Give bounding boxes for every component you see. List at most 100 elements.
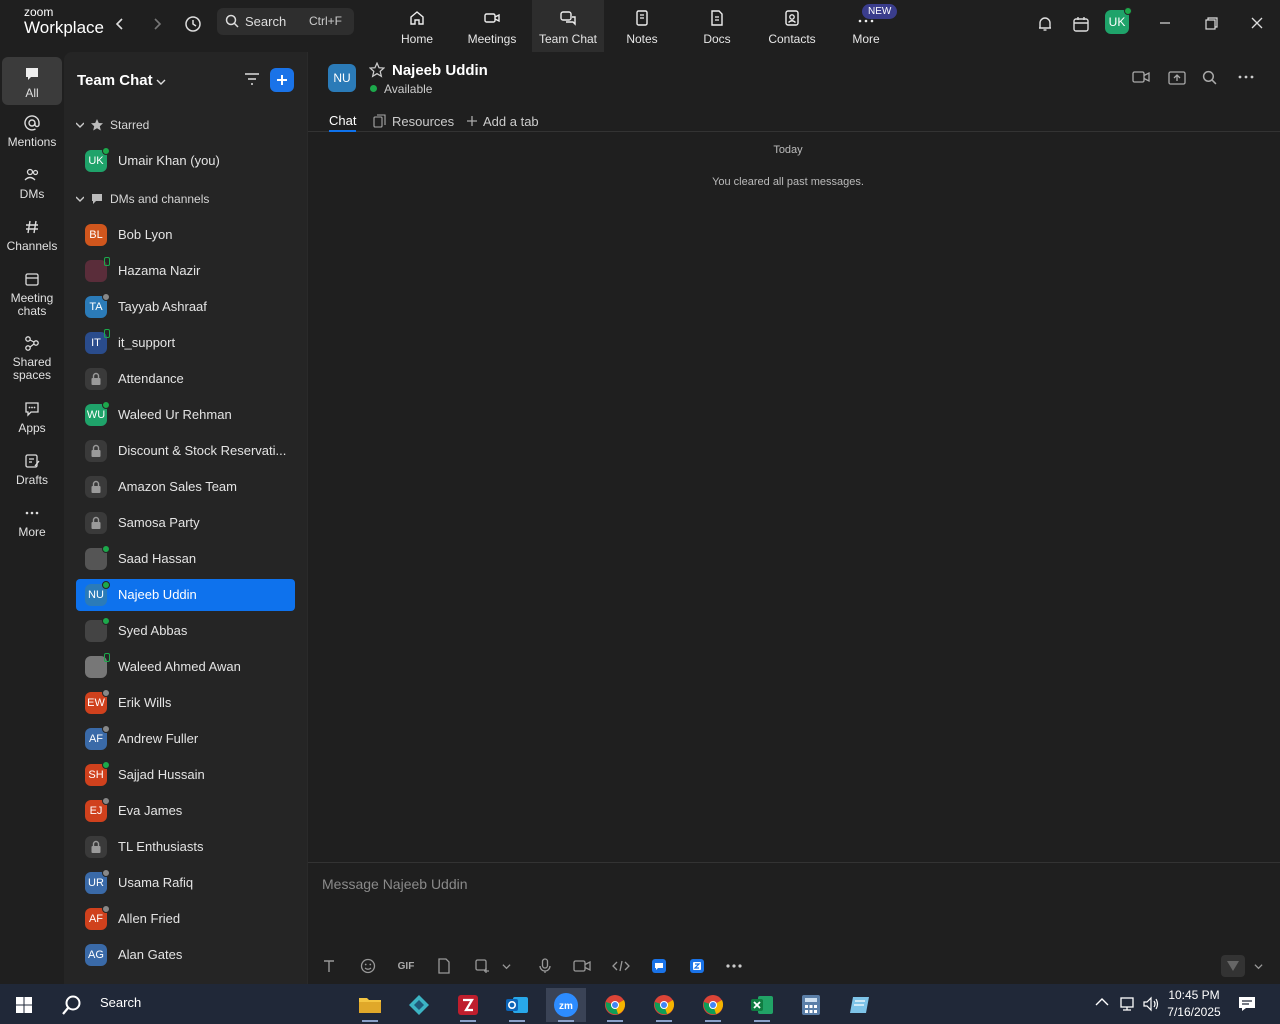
rail-drafts[interactable]: Drafts [2,452,62,496]
message-input[interactable] [322,873,1222,895]
rail-apps[interactable]: Apps [2,400,62,444]
back-arrow-icon[interactable] [108,12,132,36]
notifications-icon[interactable] [1238,996,1256,1015]
minimize-icon[interactable] [1151,12,1179,34]
microphone-icon[interactable] [534,955,556,977]
system-clock[interactable]: 10:45 PM 7/16/2025 [1164,987,1224,1021]
file-explorer-icon[interactable] [350,988,390,1022]
share-screen-icon[interactable] [1168,70,1186,91]
tab-resources[interactable]: Resources [373,110,454,132]
notepad-app-icon[interactable] [840,988,880,1022]
send-options-chevron-icon[interactable] [1247,955,1269,977]
starred-section-header[interactable]: Starred [76,118,149,132]
sidebar-item-amazon-sales-team[interactable]: Amazon Sales Team [76,471,295,503]
user-avatar[interactable]: UK [1105,7,1132,34]
video-message-icon[interactable] [571,955,593,977]
rail-meeting-chats[interactable]: Meeting chats [2,270,62,326]
rail-shared-spaces[interactable]: Shared spaces [2,334,62,390]
sidebar-item-it-support[interactable]: IT it_support [76,327,295,359]
sidebar-item-usama-rafiq[interactable]: UR Usama Rafiq [76,867,295,899]
sidebar-item-eva-james[interactable]: EJ Eva James [76,795,295,827]
sidebar-item-tl-enthusiasts[interactable]: TL Enthusiasts [76,831,295,863]
network-icon[interactable] [1118,996,1136,1015]
app-icon-blue[interactable] [648,955,670,977]
dms-section-header[interactable]: DMs and channels [76,192,209,206]
taskbar-search-icon[interactable] [52,988,92,1022]
rail-more[interactable]: More [2,504,62,548]
tab-chat[interactable]: Chat [329,110,357,132]
sidebar-item-andrew-fuller[interactable]: AF Andrew Fuller [76,723,295,755]
sidebar-item-najeeb-uddin[interactable]: NU Najeeb Uddin [76,579,295,611]
sidebar-item-bob-lyon[interactable]: BL Bob Lyon [76,219,295,251]
contact-avatar[interactable]: NU [328,64,356,92]
tab-add[interactable]: Add a tab [466,110,539,132]
sidebar-item-hazama-nazir[interactable]: Hazama Nazir [76,255,295,287]
sidebar-item-attendance[interactable]: Attendance [76,363,295,395]
sidebar-item-saad-hassan[interactable]: Saad Hassan [76,543,295,575]
sidebar-item-umair-khan-you[interactable]: UK Umair Khan (you) [76,145,295,177]
taskbar-search-label[interactable]: Search [100,995,141,1010]
restore-icon[interactable] [1197,12,1225,34]
more-tools-icon[interactable] [723,955,745,977]
sidebar-title[interactable]: Team Chat [77,72,153,89]
sidebar-item-erik-wills[interactable]: EW Erik Wills [76,687,295,719]
sidebar-item-waleed-ahmed-awan[interactable]: Waleed Ahmed Awan [76,651,295,683]
chevron-down-icon[interactable] [495,955,517,977]
chevron-down-icon[interactable] [156,74,166,92]
sidebar-item-sajjad-hussain[interactable]: SH Sajjad Hussain [76,759,295,791]
excel-icon[interactable] [742,988,782,1022]
user-avatar-initials: UK [1108,15,1126,29]
rail-dms[interactable]: DMs [2,166,62,210]
sidebar-item-tayyab-ashraaf[interactable]: TA Tayyab Ashraaf [76,291,295,323]
chrome-profile-icon[interactable] [644,988,684,1022]
rail-all[interactable]: All [2,57,62,105]
volume-icon[interactable] [1142,996,1160,1015]
nav-meetings[interactable]: Meetings [456,0,528,52]
star-outline-icon[interactable] [368,61,386,83]
more-options-icon[interactable] [1238,70,1254,89]
sidebar-item-label: Bob Lyon [118,227,173,242]
gif-button[interactable]: GIF [395,955,417,977]
close-icon[interactable] [1243,12,1271,34]
filter-icon[interactable] [244,72,260,91]
app-icon-zoom-docs[interactable] [686,955,708,977]
rail-dms-label: DMs [19,187,45,201]
format-text-icon[interactable] [318,955,340,977]
search-box[interactable]: Search Ctrl+F [217,8,354,35]
sidebar-item-syed-abbas[interactable]: Syed Abbas [76,615,295,647]
nav-notes[interactable]: Notes [606,0,678,52]
emoji-icon[interactable] [357,955,379,977]
sidebar-item-alan-gates[interactable]: AG Alan Gates [76,939,295,971]
sidebar-item-waleed-ur-rehman[interactable]: WU Waleed Ur Rehman [76,399,295,431]
sidebar-item-discount-stock-reservati[interactable]: Discount & Stock Reservati... [76,435,295,467]
search-icon[interactable] [1202,70,1217,90]
outlook-icon[interactable] [497,988,537,1022]
tray-chevron-up-icon[interactable] [1095,996,1109,1010]
video-call-icon[interactable] [1132,70,1150,89]
rail-channels[interactable]: Channels [2,218,62,262]
windows-start-icon[interactable] [4,988,44,1022]
file-icon[interactable] [433,955,455,977]
rail-mentions[interactable]: Mentions [2,114,62,158]
calendar-widget-icon[interactable] [1069,12,1093,36]
chrome-alt-icon[interactable] [693,988,733,1022]
forward-arrow-icon[interactable] [145,12,169,36]
nav-contacts[interactable]: Contacts [756,0,828,52]
sidebar-item-allen-fried[interactable]: AF Allen Fried [76,903,295,935]
app-diamond-icon[interactable] [399,988,439,1022]
filezilla-icon[interactable] [448,988,488,1022]
nav-team-chat[interactable]: Team Chat [532,0,604,52]
chrome-icon[interactable] [595,988,635,1022]
nav-home[interactable]: Home [381,0,453,52]
bell-icon[interactable] [1033,12,1057,36]
history-icon[interactable] [181,12,205,36]
zoom-taskbar-icon[interactable]: zm [546,988,586,1022]
code-snippet-icon[interactable] [610,955,632,977]
send-icon[interactable] [1221,955,1245,977]
calculator-icon[interactable] [791,988,831,1022]
sidebar-item-samosa-party[interactable]: Samosa Party [76,507,295,539]
new-chat-button[interactable] [270,68,294,92]
nav-docs[interactable]: Docs [681,0,753,52]
screenshot-icon[interactable] [471,955,493,977]
contact-name[interactable]: Najeeb Uddin [392,62,488,79]
